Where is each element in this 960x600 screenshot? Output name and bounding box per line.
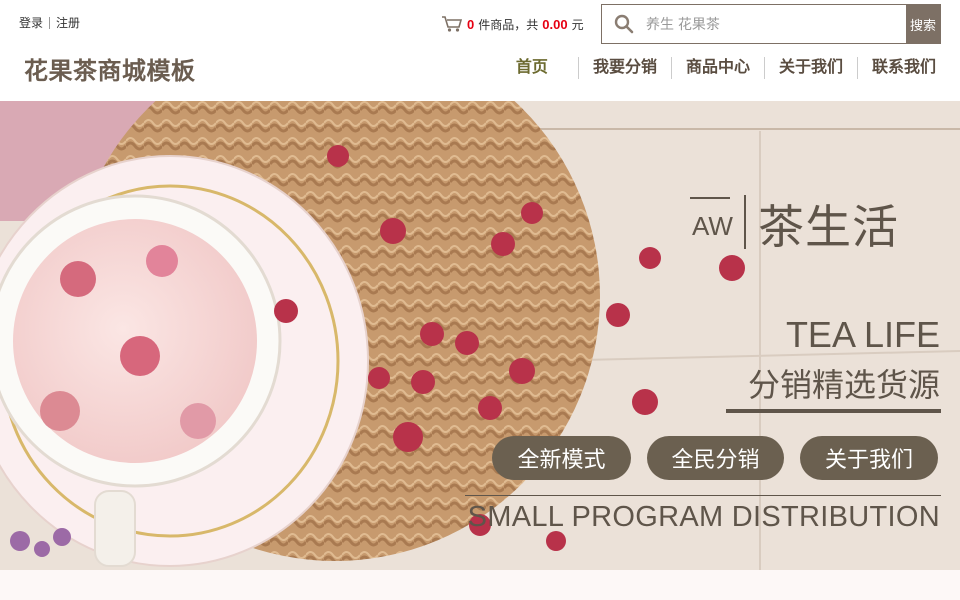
nav-about[interactable]: 关于我们 xyxy=(763,57,857,79)
cart-icon xyxy=(442,16,463,32)
about-us-button[interactable]: 关于我们 xyxy=(800,436,938,480)
cart-summary[interactable]: 0 件商品，共 0.00 元 xyxy=(441,15,584,33)
banner-title: 茶生活 xyxy=(758,201,899,253)
nav-home[interactable]: 首页 xyxy=(516,57,578,79)
nav-distribution[interactable]: 我要分销 xyxy=(577,57,671,79)
banner-footer-divider xyxy=(465,495,941,496)
content-area-start xyxy=(0,570,960,600)
search-bar: 搜索 xyxy=(601,4,941,44)
divider xyxy=(49,16,51,29)
search-input[interactable] xyxy=(646,5,906,43)
distribution-button[interactable]: 全民分销 xyxy=(647,436,784,480)
banner-footer-text: SMALL PROGRAM DISTRIBUTION xyxy=(467,501,940,533)
banner-en-title: TEA LIFE xyxy=(785,314,940,355)
cart-count-suffix: 件商品，共 xyxy=(478,17,539,32)
main-nav: 首页 我要分销 商品中心 关于我们 联系我们 xyxy=(516,57,938,79)
cart-currency: 元 xyxy=(571,17,584,32)
login-link[interactable]: 登录 xyxy=(19,14,43,31)
hero-banner[interactable]: AW 茶生活 TEA LIFE 分销精选货源 全新模式 全民分销 关于我们 SM… xyxy=(0,101,960,570)
register-link[interactable]: 注册 xyxy=(56,14,80,31)
banner-prefix-char: AW xyxy=(690,197,733,253)
new-mode-button[interactable]: 全新模式 xyxy=(492,436,631,480)
nav-contact[interactable]: 联系我们 xyxy=(856,57,938,79)
search-icon xyxy=(602,5,646,43)
banner-underline xyxy=(726,409,941,413)
auth-links: 登录 注册 xyxy=(19,14,80,31)
cart-amount: 0.00 xyxy=(542,16,568,32)
cart-count: 0 xyxy=(467,16,475,32)
search-button[interactable]: 搜索 xyxy=(906,5,940,43)
site-logo[interactable]: 花果茶商城模板 xyxy=(24,51,196,86)
nav-products[interactable]: 商品中心 xyxy=(670,57,764,79)
banner-subtitle: 分销精选货源 xyxy=(747,367,940,403)
banner-title-divider xyxy=(744,195,746,249)
